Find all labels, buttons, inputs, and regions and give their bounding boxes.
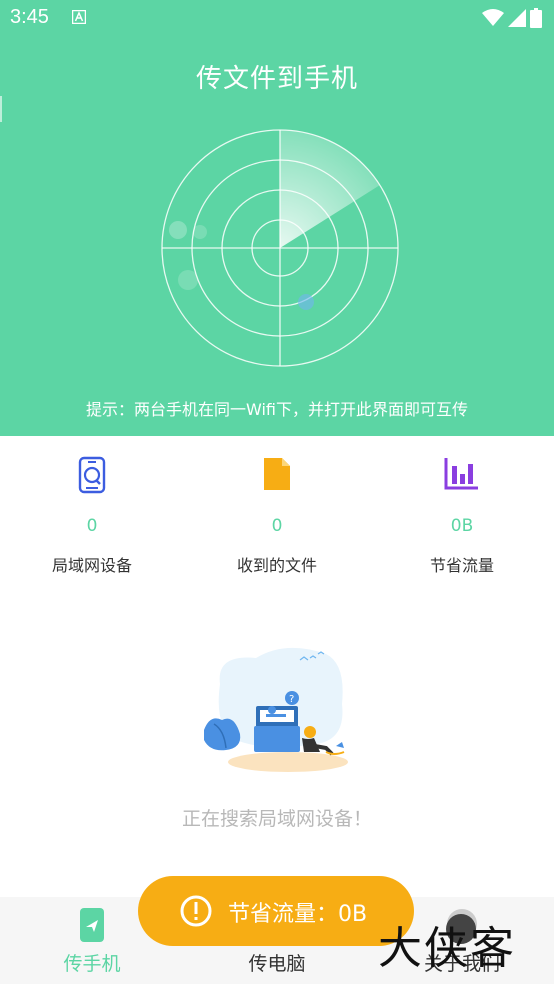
searching-status-text: 正在搜索局域网设备！	[181, 808, 372, 830]
tab-label: 传电脑	[248, 953, 306, 975]
stat-label: 局域网设备	[51, 556, 132, 575]
file-icon	[264, 458, 290, 490]
radar-icon	[161, 129, 399, 367]
bar-chart-icon	[444, 458, 478, 490]
status-icons	[482, 8, 542, 28]
battery-icon	[530, 8, 542, 28]
stat-value: 0B	[450, 516, 474, 536]
header: 传文件到手机 提示：两台手机在同一Wifi下，并打开此界面即可互传	[0, 36, 554, 436]
stat-saved-traffic[interactable]: 0B 节省流量	[370, 436, 554, 586]
stat-lan-devices[interactable]: 0 局域网设备	[0, 436, 184, 586]
watermark-text: 大侠客	[378, 923, 516, 974]
status-bar: 3:45	[0, 0, 554, 36]
stat-label: 节省流量	[429, 556, 494, 575]
page-title: 传文件到手机	[195, 64, 358, 94]
edge-handle	[0, 96, 2, 122]
stat-value: 0	[86, 516, 98, 536]
status-time: 3:45	[10, 6, 49, 28]
stat-label: 收到的文件	[236, 556, 317, 575]
notification-app-icon	[72, 10, 86, 24]
send-phone-icon	[80, 908, 104, 942]
cellular-signal-icon	[508, 9, 526, 27]
phone-search-icon	[78, 456, 106, 494]
svg-text:?: ?	[289, 694, 294, 705]
hint-text: 提示：两台手机在同一Wifi下，并打开此界面即可互传	[86, 400, 468, 419]
traffic-saved-toast: 节省流量：0B	[138, 876, 414, 946]
alert-icon	[180, 895, 212, 927]
searching-illustration: ?	[204, 647, 348, 772]
stats-panel: 0 局域网设备 0 收到的文件 0B 节省流量	[0, 436, 554, 586]
stat-value: 0	[271, 516, 283, 536]
stat-received-files[interactable]: 0 收到的文件	[185, 436, 369, 586]
toast-text: 节省流量：0B	[228, 902, 368, 927]
wifi-icon	[482, 9, 504, 26]
tab-label: 传手机	[63, 953, 121, 975]
